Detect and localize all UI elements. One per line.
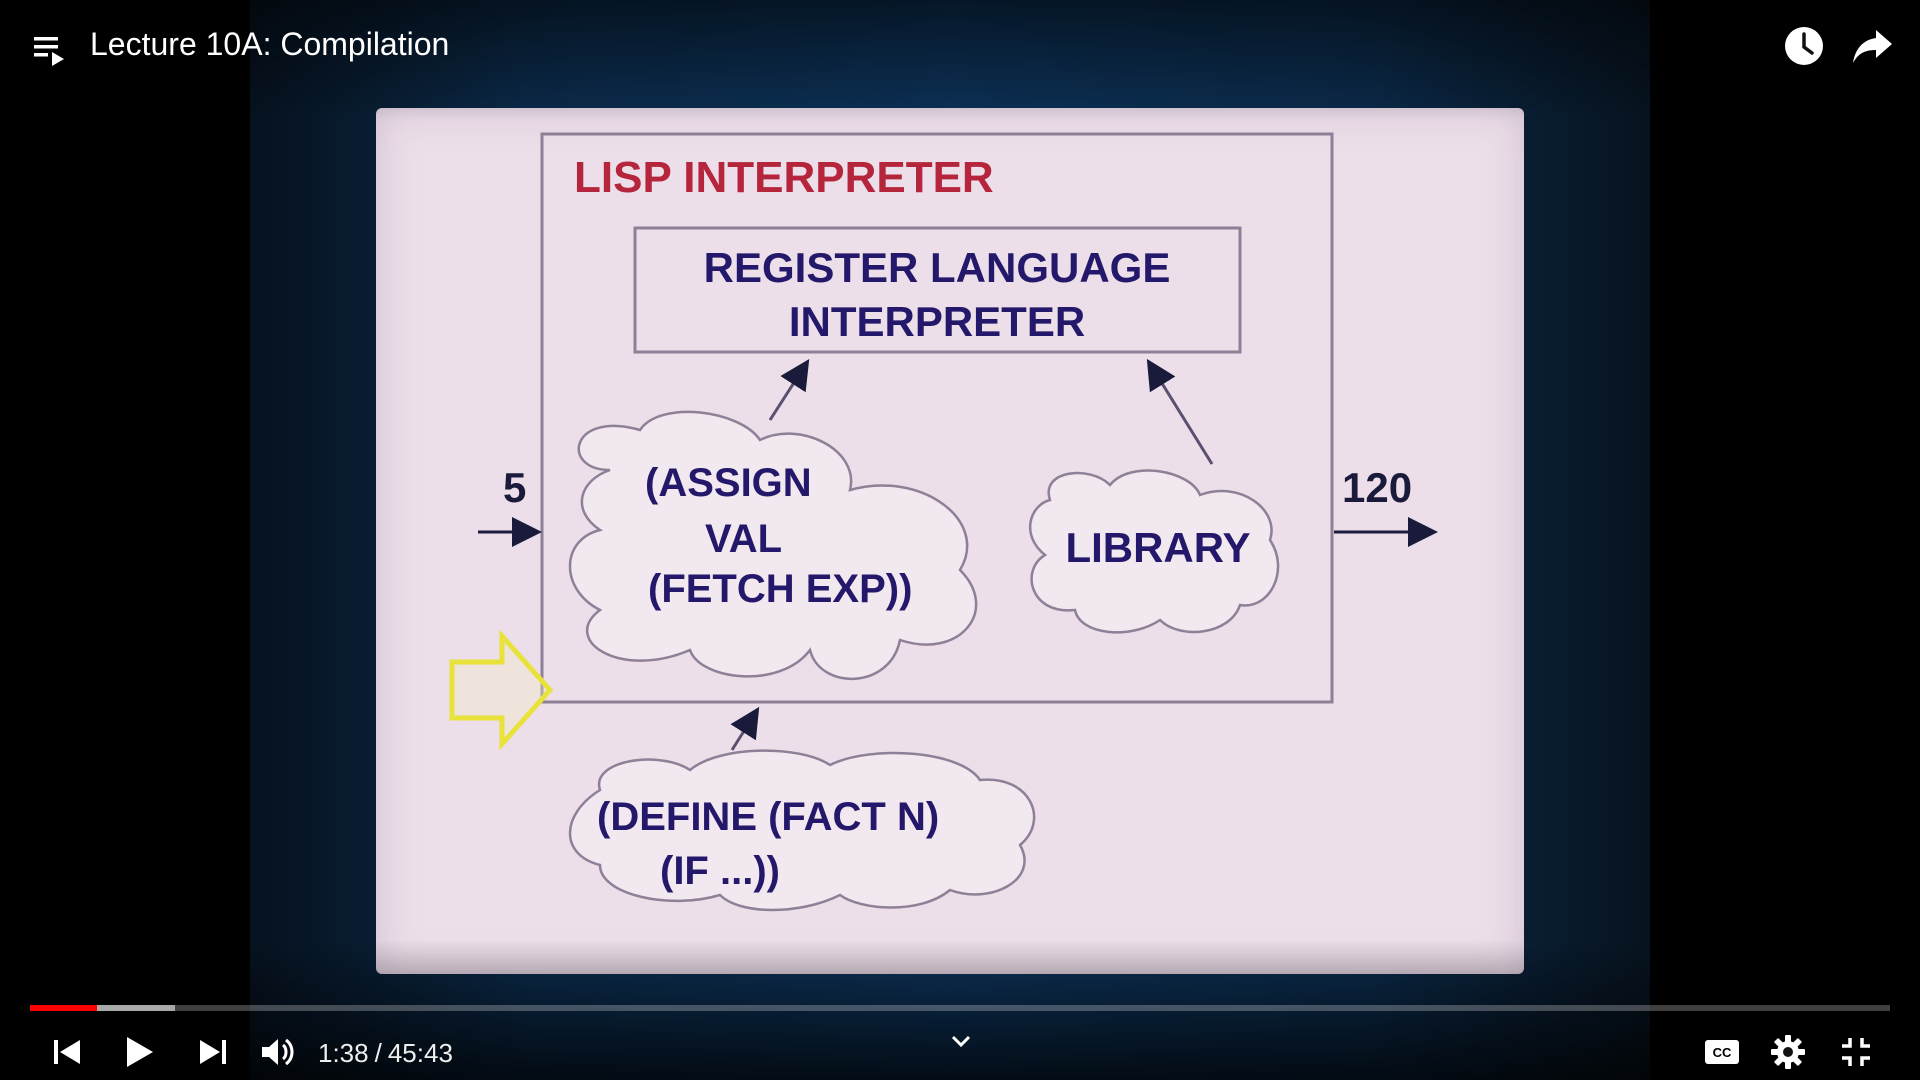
arrow-library-to-register [1146,358,1214,465]
cc-icon[interactable]: CC [1702,1032,1742,1072]
playlist-icon[interactable] [32,30,68,66]
progress-played [30,1005,97,1011]
progress-bar[interactable] [30,1005,1890,1011]
code-cloud-line3: (FETCH EXP)) [648,567,912,611]
volume-icon[interactable] [258,1032,298,1072]
player-controls: 1:38/45:43 CC [0,1020,1920,1080]
output-value: 120 [1342,464,1412,511]
duration: 45:43 [387,1038,453,1068]
play-icon[interactable] [118,1032,158,1072]
skip-next-icon[interactable] [192,1032,232,1072]
library-cloud-label: LIBRARY [1065,524,1250,571]
skip-previous-icon[interactable] [48,1032,88,1072]
time-display: 1:38/45:43 [318,1038,453,1068]
register-language-line2: INTERPRETER [789,298,1085,345]
arrow-define-to-interpreter [730,706,760,751]
input-value: 5 [503,464,526,511]
time-separator: / [374,1038,382,1068]
lisp-interpreter-title: LISP INTERPRETER [574,153,994,202]
register-language-line1: REGISTER LANGUAGE [704,244,1171,291]
exit-fullscreen-icon[interactable] [1836,1032,1876,1072]
slide-diagram: LISP INTERPRETER REGISTER LANGUAGE INTER… [449,132,1438,912]
chevron-down-icon[interactable] [948,1028,974,1054]
code-cloud-line2: VAL [705,517,782,561]
define-cloud-line1: (DEFINE (FACT N) [597,795,939,839]
arrow-code-to-register [768,358,810,421]
clock-icon[interactable] [1782,24,1826,68]
current-time: 1:38 [318,1038,369,1068]
player-top-bar: Lecture 10A: Compilation [0,0,1920,90]
svg-text:CC: CC [1713,1045,1732,1060]
share-arrow-icon[interactable] [1850,24,1894,68]
video-title[interactable]: Lecture 10A: Compilation [90,24,449,64]
yellow-pointer-arrow [449,629,554,751]
code-cloud-line1: (ASSIGN [645,461,812,505]
define-cloud-line2: (IF ...)) [660,849,780,893]
gear-icon[interactable] [1768,1032,1808,1072]
